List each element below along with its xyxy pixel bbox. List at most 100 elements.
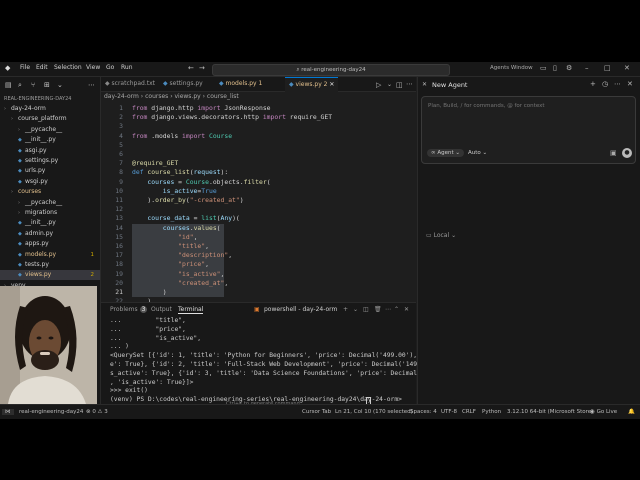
code-line[interactable]: "title", [132,242,209,251]
close-icon[interactable]: ✕ [624,64,630,72]
search-icon[interactable]: ⌕ [18,81,22,90]
menu-selection[interactable]: Selection [54,64,82,71]
code-editor[interactable]: 1 from django.http import JsonResponse 2 fr… [101,104,416,305]
status-interpreter[interactable]: 3.12.10 64-bit (Microsoft Store) [507,409,593,415]
breadcrumb[interactable]: day-24-orm › courses › views.py › course… [104,93,239,100]
split-terminal-icon[interactable]: ◫ [363,306,369,313]
agent-input-box[interactable]: ∞ Agent ⌄ Auto ⌄ ▣ ● [421,96,636,164]
code-line[interactable]: ).order_by("-created_at") [132,196,243,205]
file-tree-item[interactable]: ◆ __init__.py [0,218,100,228]
more-icon[interactable]: ⋯ [88,81,95,89]
editor-tab[interactable]: ◆ views.py 2 ✕ [285,77,339,92]
status-go-live[interactable]: ◉ Go Live [590,409,617,415]
file-tree-item[interactable]: ◆ wsgi.py [0,177,100,187]
status-language[interactable]: Python [482,409,501,415]
location-selector[interactable]: ▭ Local ⌄ [426,232,456,239]
layout-icon[interactable]: ▭ [540,64,547,72]
file-tree-item[interactable]: › day-24-orm [0,104,100,114]
file-tree-item[interactable]: ◆ tests.py [0,260,100,270]
code-line[interactable]: @require_GET [132,159,178,168]
model-selector[interactable]: Auto ⌄ [468,150,487,156]
more-icon[interactable]: ⋯ [614,80,621,88]
file-tree-item[interactable]: ◆ apps.py [0,239,100,249]
panel-tab-problems[interactable]: Problems 3 [110,306,148,313]
maximize-panel-icon[interactable]: ⌃ [394,306,399,313]
history-icon[interactable]: ◷ [602,80,608,88]
code-line[interactable]: "is_active", [132,270,224,279]
terminal-instance-name[interactable]: powershell - day-24-orm [264,306,337,313]
file-tree-item[interactable]: ◆ settings.py [0,156,100,166]
file-tree-item[interactable]: ◆ models.py 1 [0,250,100,260]
menu-file[interactable]: File [20,64,30,71]
file-tree-item[interactable]: ◆ asgi.py [0,146,100,156]
file-tree-item[interactable]: › course_platform [0,114,100,124]
panel-tab-output[interactable]: Output [151,306,172,313]
file-tree-item[interactable]: ◆ __init__.py [0,135,100,145]
code-line[interactable]: def course_list(request): [132,168,228,177]
code-line[interactable]: courses.values( [132,224,221,233]
status-encoding[interactable]: UTF-8 [441,409,457,415]
code-line[interactable]: "created_at", [132,279,228,288]
code-line[interactable]: "description", [132,251,232,260]
status-cursor-position[interactable]: Ln 21, Col 10 (170 selected) [335,409,413,415]
code-line[interactable]: from django.http import JsonResponse [132,104,271,113]
status-cursor-tab[interactable]: Cursor Tab [302,409,331,415]
code-line[interactable]: "price", [132,260,209,269]
editor-tab[interactable]: ◆ scratchpad.txt [101,77,159,91]
microphone-icon[interactable]: ● [622,148,632,158]
close-icon[interactable]: ✕ [627,80,633,88]
editor-tab[interactable]: ◆ settings.py [159,77,207,91]
maximize-icon[interactable]: □ [604,64,611,72]
file-tree-item[interactable]: ◆ admin.py [0,229,100,239]
layout-icon-2[interactable]: ▯ [553,64,557,72]
menu-go[interactable]: Go [106,64,114,71]
agents-window-label[interactable]: Agents Window [490,65,533,71]
more-icon[interactable]: ⋯ [406,80,413,88]
split-editor-icon[interactable]: ◫ [396,81,403,89]
more-icon[interactable]: ⋯ [385,306,391,313]
problems-status[interactable]: ⊗ 0 ⚠ 3 [86,409,108,415]
status-eol[interactable]: CRLF [462,409,476,415]
file-tree-item[interactable]: › migrations [0,208,100,218]
code-line[interactable]: "id", [132,233,197,242]
branch-label[interactable]: real-engineering-day24 [19,409,83,415]
image-icon[interactable]: ▣ [610,149,617,157]
command-center-search[interactable]: ⌕ real-engineering-day24 [212,64,450,76]
settings-gear-icon[interactable]: ⚙ [566,64,572,72]
chevron-down-icon[interactable]: ⌄ [387,81,392,88]
agent-mode-selector[interactable]: ∞ Agent ⌄ [427,149,464,157]
remote-icon[interactable]: ⋈ [2,409,14,415]
agent-close-icon[interactable]: ✕ [422,81,427,88]
forward-arrow-icon[interactable]: → [199,64,205,72]
code-line[interactable]: courses = Course.objects.filter( [132,178,270,187]
agent-prompt-input[interactable] [426,101,630,135]
file-tree-item[interactable]: ◆ views.py 2 [0,270,100,281]
files-icon[interactable]: ▤ [5,81,12,89]
chevron-down-icon[interactable]: ⌄ [57,81,63,89]
code-line[interactable]: is_active=True [132,187,217,196]
minimize-icon[interactable]: – [585,64,589,72]
file-tree-item[interactable]: › courses [0,187,100,197]
trash-icon[interactable]: 🗑 [374,306,382,313]
extensions-icon[interactable]: ⊞ [44,81,50,89]
file-tree-item[interactable]: ◆ urls.py [0,166,100,176]
code-line[interactable]: ) [132,288,167,297]
source-control-icon[interactable]: ⑂ [31,81,35,89]
add-terminal-icon[interactable]: + [343,306,348,313]
code-line[interactable]: course_data = list(Any)( [132,214,239,223]
menu-edit[interactable]: Edit [36,64,48,71]
run-icon[interactable]: ▷ [376,81,381,89]
close-tab-icon[interactable]: ✕ [327,81,334,88]
code-line[interactable]: from django.views.decorators.http import… [132,113,332,122]
panel-tab-terminal[interactable]: Terminal [178,306,204,314]
status-indentation[interactable]: Spaces: 4 [410,409,437,415]
code-line[interactable]: from .models import Course [132,132,232,141]
notifications-bell-icon[interactable]: 🔔 [628,409,635,415]
back-arrow-icon[interactable]: ← [188,64,194,72]
chevron-down-icon[interactable]: ⌄ [353,306,358,313]
menu-view[interactable]: View [86,64,100,71]
close-panel-icon[interactable]: ✕ [404,306,409,313]
editor-tab[interactable]: ◆ models.py 1 [215,77,266,91]
add-icon[interactable]: + [590,80,596,88]
file-tree-item[interactable]: › __pycache__ [0,198,100,208]
